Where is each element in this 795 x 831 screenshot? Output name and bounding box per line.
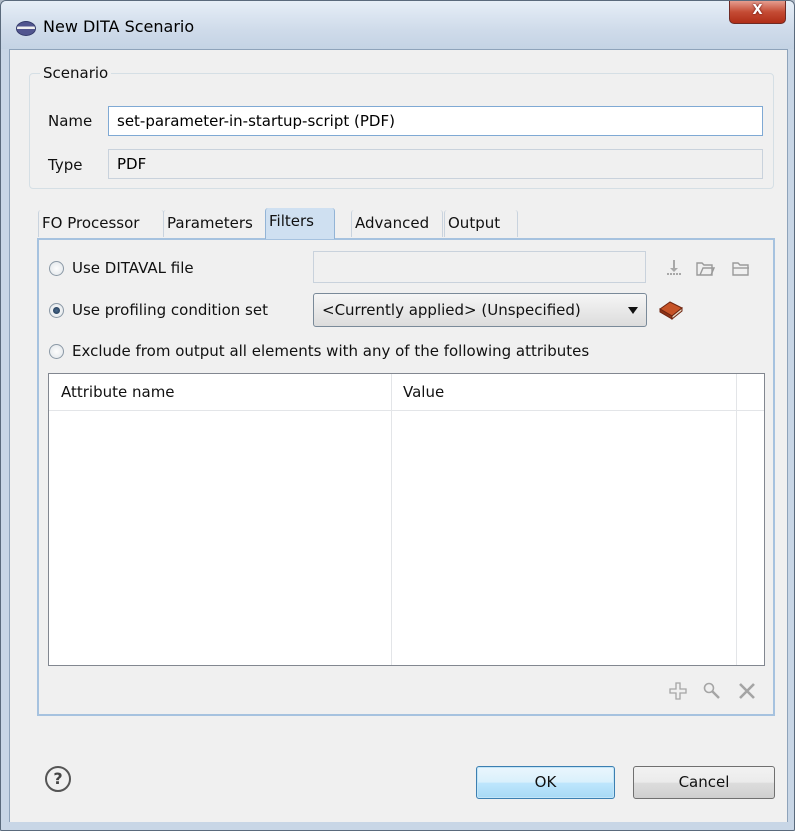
name-label: Name bbox=[48, 112, 93, 130]
profiling-label: Use profiling condition set bbox=[72, 301, 268, 319]
chevron-down-icon bbox=[628, 307, 638, 314]
title-bar[interactable]: New DITA Scenario X bbox=[1, 1, 794, 49]
delete-icon[interactable] bbox=[737, 681, 757, 701]
close-button[interactable]: X bbox=[729, 1, 786, 24]
ditaval-label: Use DITAVAL file bbox=[72, 259, 194, 277]
ditaval-option[interactable]: Use DITAVAL file bbox=[49, 256, 194, 280]
column-divider bbox=[391, 374, 392, 665]
tab-strip: FO Processor Parameters Filters Advanced… bbox=[38, 206, 758, 239]
tab-filters[interactable]: Filters bbox=[265, 208, 335, 239]
eclipse-app-icon bbox=[16, 21, 36, 36]
exclude-option[interactable]: Exclude from output all elements with an… bbox=[49, 339, 589, 363]
profiling-radio[interactable] bbox=[49, 302, 64, 318]
column-divider bbox=[736, 374, 737, 665]
tab-parameters[interactable]: Parameters bbox=[163, 210, 269, 237]
tab-fo-processor[interactable]: FO Processor bbox=[38, 210, 164, 237]
add-icon[interactable] bbox=[668, 681, 688, 701]
edit-icon[interactable] bbox=[702, 681, 722, 701]
browse-folder-icon[interactable] bbox=[731, 258, 751, 278]
exclude-label: Exclude from output all elements with an… bbox=[72, 342, 590, 360]
type-label: Type bbox=[48, 156, 83, 174]
scenario-legend: Scenario bbox=[40, 64, 112, 82]
help-icon[interactable]: ? bbox=[45, 766, 71, 792]
cancel-button[interactable]: Cancel bbox=[633, 766, 775, 799]
column-header-attribute-name[interactable]: Attribute name bbox=[49, 374, 391, 410]
tab-output[interactable]: Output bbox=[444, 210, 518, 237]
download-icon[interactable] bbox=[664, 258, 684, 278]
ok-button[interactable]: OK bbox=[476, 766, 615, 799]
profiling-condition-set-select[interactable]: <Currently applied> (Unspecified) bbox=[313, 293, 647, 327]
name-field[interactable]: set-parameter-in-startup-script (PDF) bbox=[108, 106, 763, 136]
column-header-value[interactable]: Value bbox=[391, 374, 736, 410]
ditaval-radio[interactable] bbox=[49, 260, 64, 276]
profiling-option[interactable]: Use profiling condition set bbox=[49, 298, 268, 322]
table-header: Attribute name Value bbox=[49, 374, 764, 411]
attributes-table[interactable]: Attribute name Value bbox=[48, 373, 765, 666]
tab-advanced[interactable]: Advanced bbox=[351, 210, 443, 237]
book-icon[interactable] bbox=[658, 300, 684, 320]
profiling-selected-value: <Currently applied> (Unspecified) bbox=[322, 301, 581, 319]
window-title: New DITA Scenario bbox=[43, 17, 195, 36]
type-field: PDF bbox=[108, 149, 763, 179]
open-url-icon[interactable] bbox=[695, 258, 715, 278]
window-bottom-frame bbox=[1, 822, 794, 830]
ditaval-file-field[interactable] bbox=[313, 251, 646, 283]
exclude-radio[interactable] bbox=[49, 343, 64, 359]
dialog-window: New DITA Scenario X Scenario Name set-pa… bbox=[0, 0, 795, 831]
